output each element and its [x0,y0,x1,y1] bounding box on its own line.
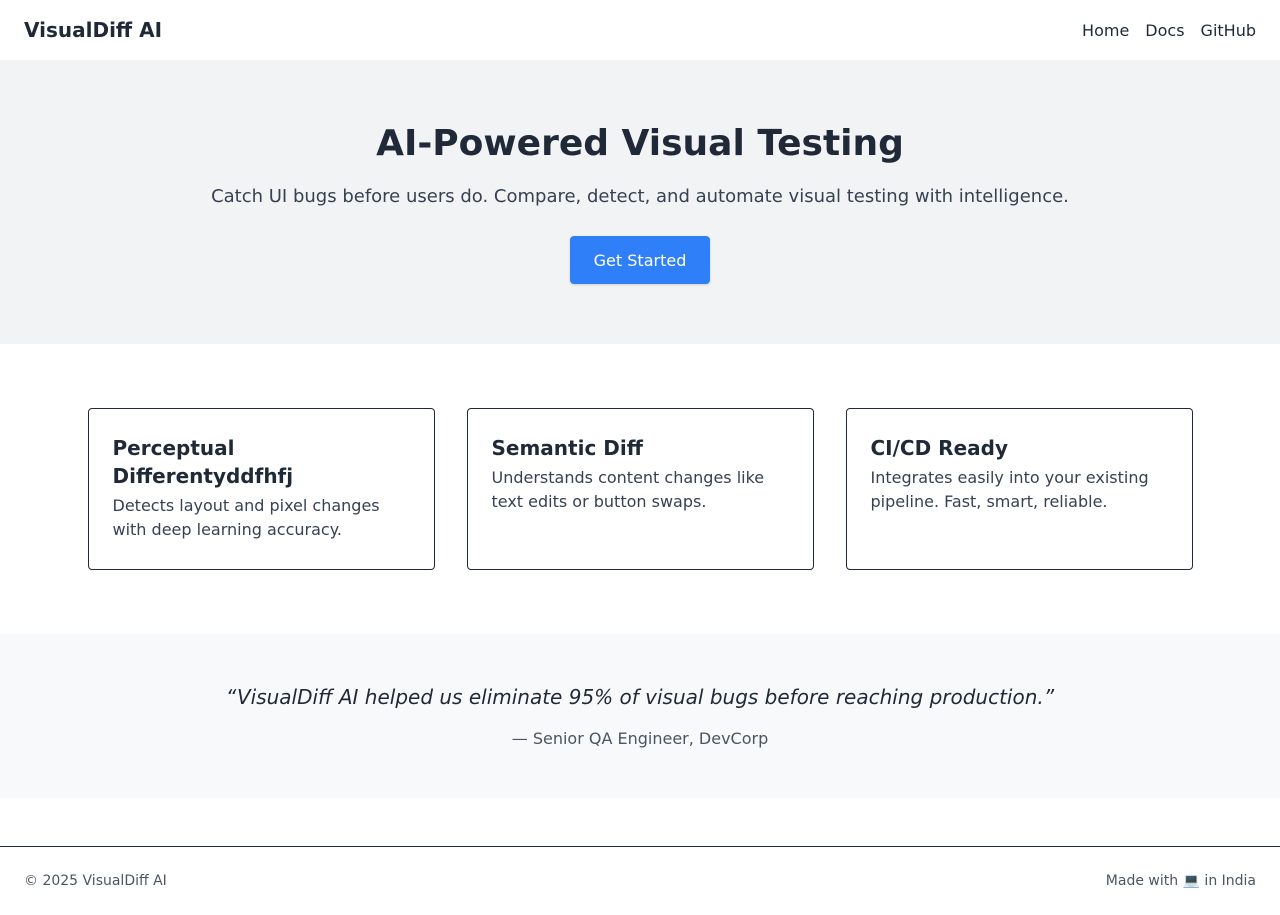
page: VisualDiff AI Home Docs GitHub AI-Powere… [0,0,1280,915]
hero-section: AI-Powered Visual Testing Catch UI bugs … [0,60,1280,344]
feature-description: Detects layout and pixel changes with de… [112,496,380,539]
nav-link-github[interactable]: GitHub [1201,21,1256,40]
site-footer: © 2025 VisualDiff AI Made with 💻 in Indi… [0,846,1280,915]
brand-logo[interactable]: VisualDiff AI [24,18,162,42]
hero-title: AI-Powered Visual Testing [376,123,904,164]
testimonial-quote: “VisualDiff AI helped us eliminate 95% o… [225,685,1055,709]
nav-link-docs[interactable]: Docs [1145,21,1184,40]
feature-description: Integrates easily into your existing pip… [870,468,1149,511]
feature-card-perceptual: Perceptual Differentyddfhfj Detects layo… [87,408,435,570]
feature-title: CI/CD Ready [870,436,1008,460]
site-header: VisualDiff AI Home Docs GitHub [0,0,1280,60]
hero-subtitle: Catch UI bugs before users do. Compare, … [211,186,1069,207]
feature-description: Understands content changes like text ed… [491,468,765,511]
testimonial-section: “VisualDiff AI helped us eliminate 95% o… [0,634,1280,798]
footer-made-with: Made with 💻 in India [1105,873,1256,889]
feature-title: Perceptual Differentyddfhfj [112,436,294,488]
feature-card-cicd: CI/CD Ready Integrates easily into your … [845,408,1193,570]
features-section: Perceptual Differentyddfhfj Detects layo… [0,344,1280,634]
nav-link-home[interactable]: Home [1082,21,1129,40]
footer-copyright: © 2025 VisualDiff AI [24,873,167,889]
get-started-button[interactable]: Get Started [570,236,710,284]
feature-card-semantic: Semantic Diff Understands content change… [466,408,814,570]
main-nav: Home Docs GitHub [1082,21,1256,40]
feature-title: Semantic Diff [491,436,643,460]
testimonial-author: — Senior QA Engineer, DevCorp [511,729,769,748]
